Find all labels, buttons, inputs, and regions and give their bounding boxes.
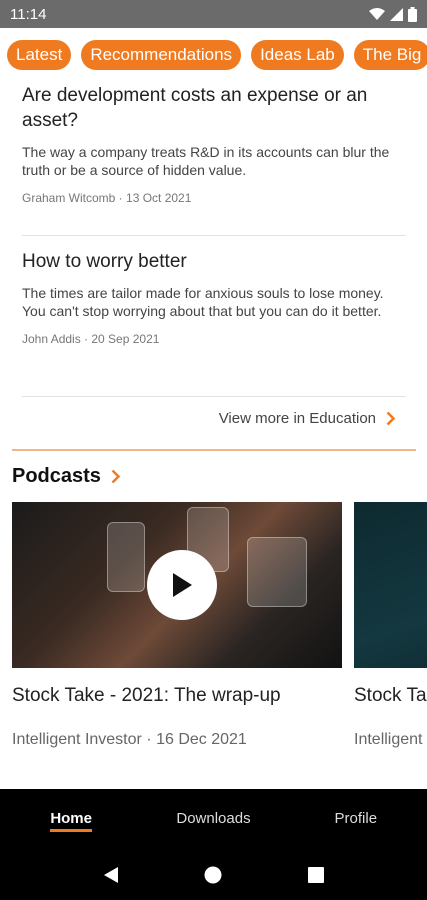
- article-divider: [22, 396, 406, 397]
- chevron-right-icon: [386, 411, 395, 426]
- nav-downloads-label: Downloads: [176, 810, 251, 827]
- view-more-education-link[interactable]: View more in Education: [219, 410, 395, 427]
- system-navigation-bar: [0, 849, 427, 900]
- chip-recommendations[interactable]: Recommendations: [81, 40, 242, 70]
- wifi-icon: [369, 7, 385, 20]
- article-divider: [22, 235, 406, 236]
- podcasts-heading[interactable]: Podcasts: [12, 465, 120, 488]
- article-summary: The way a company treats R&D in its acco…: [22, 144, 390, 178]
- nav-home[interactable]: Home: [0, 789, 142, 849]
- podcast-card[interactable]: Stock Take - 2021: The wrap-up Intellige…: [12, 502, 342, 749]
- status-bar: 11:14: [0, 0, 427, 28]
- battery-icon: [408, 6, 417, 22]
- chevron-right-icon: [111, 469, 120, 484]
- podcast-card[interactable]: Stock Ta Intelligent: [354, 502, 427, 749]
- section-divider: [12, 449, 416, 451]
- article-card[interactable]: Are development costs an expense or an a…: [22, 83, 406, 205]
- article-title[interactable]: How to worry better: [22, 249, 406, 274]
- chip-ideas-lab[interactable]: Ideas Lab: [251, 40, 344, 70]
- article-meta: Graham Witcomb · 13 Oct 2021: [22, 191, 192, 205]
- home-circle-icon[interactable]: [204, 866, 222, 884]
- bottom-navigation: Home Downloads Profile: [0, 789, 427, 849]
- view-more-label: View more in Education: [218, 410, 376, 427]
- podcast-meta: Intelligent Investor · 16 Dec 2021: [12, 731, 247, 748]
- nav-downloads[interactable]: Downloads: [142, 789, 284, 849]
- nav-profile[interactable]: Profile: [285, 789, 427, 849]
- status-icons: [369, 6, 417, 22]
- podcast-thumbnail[interactable]: [354, 502, 427, 668]
- status-time: 11:14: [10, 5, 47, 23]
- article-card[interactable]: How to worry better The times are tailor…: [22, 249, 406, 346]
- back-icon[interactable]: [103, 866, 119, 884]
- glass-shape: [107, 522, 145, 592]
- podcast-title[interactable]: Stock Ta: [354, 685, 427, 707]
- podcast-meta: Intelligent: [354, 731, 423, 748]
- nav-profile-label: Profile: [334, 810, 378, 827]
- play-icon: [173, 573, 192, 597]
- signal-icon: [390, 7, 403, 21]
- active-tab-indicator: [50, 829, 93, 832]
- category-chips: Latest Recommendations Ideas Lab The Big: [7, 40, 427, 72]
- chip-latest[interactable]: Latest: [7, 40, 72, 70]
- play-button[interactable]: [147, 550, 217, 620]
- article-meta: John Addis · 20 Sep 2021: [22, 332, 160, 346]
- glass-shape: [247, 537, 307, 607]
- recents-square-icon[interactable]: [308, 866, 325, 883]
- podcast-thumbnail[interactable]: [12, 502, 342, 668]
- article-summary: The times are tailor made for anxious so…: [22, 285, 384, 319]
- article-title[interactable]: Are development costs an expense or an a…: [22, 83, 406, 133]
- nav-home-label: Home: [50, 810, 92, 827]
- chip-the-big[interactable]: The Big: [353, 40, 427, 70]
- podcasts-title: Podcasts: [12, 465, 101, 487]
- podcast-title[interactable]: Stock Take - 2021: The wrap-up: [12, 685, 342, 707]
